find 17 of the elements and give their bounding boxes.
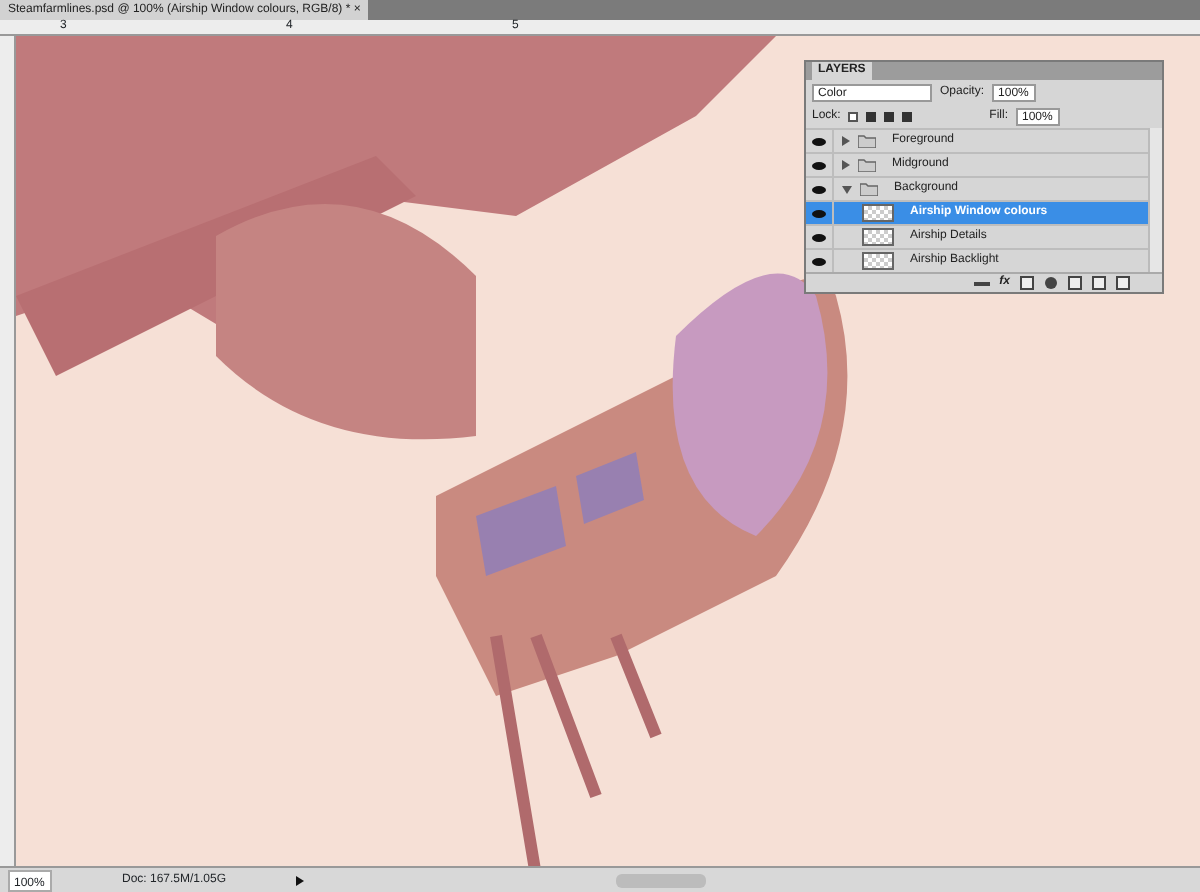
eye-icon[interactable] <box>812 257 826 265</box>
horizontal-scrollbar-thumb[interactable] <box>616 873 706 887</box>
eye-icon[interactable] <box>812 161 826 169</box>
collapse-triangle-icon[interactable] <box>842 160 850 170</box>
layer-thumbnail <box>862 204 894 222</box>
eye-icon[interactable] <box>812 185 826 193</box>
layer-thumbnail <box>862 228 894 246</box>
play-icon[interactable] <box>296 875 304 885</box>
circle-icon[interactable] <box>1044 276 1058 290</box>
eye-icon[interactable] <box>812 233 826 241</box>
collapse-triangle-icon[interactable] <box>842 136 850 146</box>
layer-thumbnail <box>862 252 894 270</box>
lock-square-icon[interactable] <box>848 111 859 121</box>
scrollbar[interactable] <box>1148 128 1162 272</box>
eye-icon[interactable] <box>812 209 826 217</box>
eye-icon[interactable] <box>812 137 826 145</box>
expand-triangle-icon[interactable] <box>842 185 852 193</box>
